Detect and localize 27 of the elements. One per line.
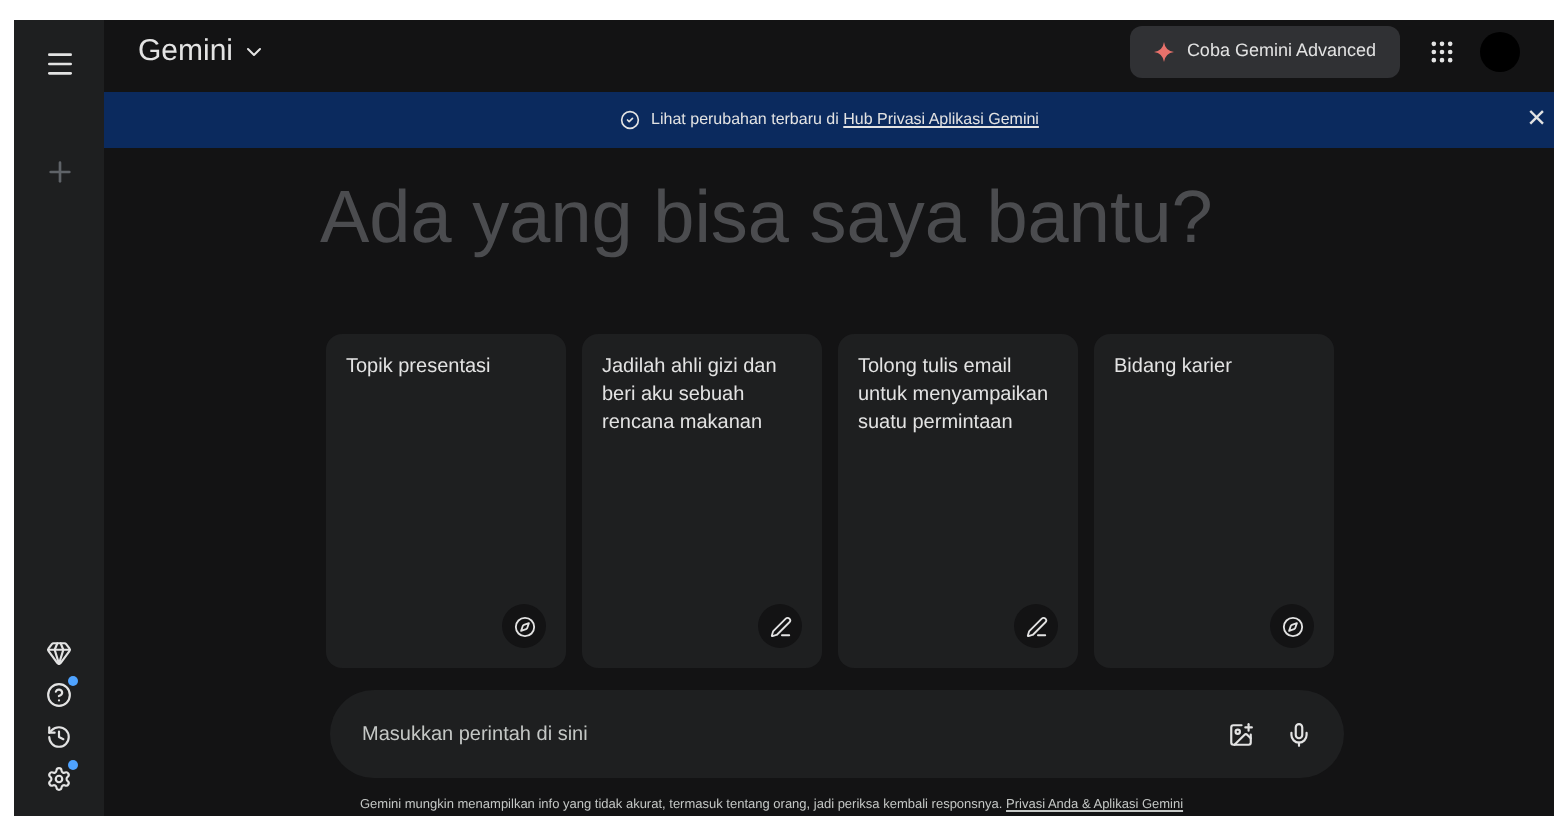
new-chat-icon[interactable] — [43, 156, 75, 188]
settings-icon[interactable] — [46, 766, 72, 792]
compass-icon — [1270, 604, 1314, 649]
suggestion-card[interactable]: Tolong tulis email untuk menyampaikan suatu permintaan — [838, 334, 1078, 669]
mic-icon[interactable] — [1286, 721, 1312, 748]
compass-icon — [502, 604, 546, 649]
history-icon[interactable] — [46, 724, 72, 750]
gem-icon[interactable] — [46, 640, 72, 666]
suggestion-card[interactable]: Bidang karier — [1094, 334, 1334, 669]
banner-text: Lihat perubahan terbaru di Hub Privasi Aplikasi Gemini — [651, 108, 1039, 133]
sparkle-icon — [1154, 42, 1175, 63]
prompt-field[interactable]: Masukkan perintah di sini — [362, 719, 1228, 750]
apps-icon[interactable] — [1428, 38, 1456, 67]
pen-icon — [1014, 604, 1058, 649]
greeting-heading: Ada yang bisa saya bantu? — [320, 180, 1215, 255]
model-selector[interactable]: Gemini — [138, 29, 266, 75]
suggestion-card[interactable]: Jadilah ahli gizi dan beri aku sebuah rencana makanan — [582, 334, 822, 669]
pen-icon — [758, 604, 802, 649]
help-icon[interactable] — [46, 682, 72, 708]
upgrade-button[interactable]: Coba Gemini Advanced — [1130, 26, 1400, 79]
suggestion-card[interactable]: Topik presentasi — [326, 334, 566, 669]
prompt-bar[interactable]: Masukkan perintah di sini — [330, 690, 1344, 779]
add-image-icon[interactable] — [1228, 721, 1254, 748]
privacy-hub-link[interactable]: Hub Privasi Aplikasi Gemini — [843, 110, 1039, 129]
check-icon — [619, 110, 640, 131]
menu-icon[interactable] — [43, 48, 75, 80]
close-button[interactable]: × — [1527, 104, 1546, 137]
